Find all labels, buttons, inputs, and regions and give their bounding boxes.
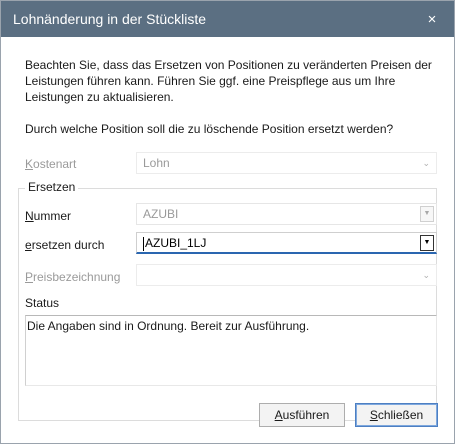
execute-button[interactable]: Ausführen — [259, 403, 345, 427]
status-label: Status — [25, 296, 60, 310]
preisbezeichnung-label-key: P — [25, 270, 34, 284]
preisbezeichnung-label-rest: reisbezeichnung — [33, 270, 121, 284]
execute-key: A — [274, 408, 283, 422]
close-button[interactable]: Schließen — [355, 403, 438, 427]
execute-rest: usführen — [282, 408, 330, 422]
kostenart-label-key: K — [25, 157, 34, 171]
ersetzen-legend: Ersetzen — [25, 180, 79, 194]
preisbezeichnung-label: Preisbezeichnung — [25, 270, 120, 284]
ersetzen-label-key: e — [25, 238, 32, 252]
kostenart-select[interactable]: Lohn ⌄ — [136, 152, 437, 174]
kostenart-value: Lohn — [143, 156, 170, 170]
dialog-window: Lohnänderung in der Stückliste × Beachte… — [0, 0, 455, 444]
status-text: Die Angaben sind in Ordnung. Bereit zur … — [27, 319, 310, 333]
text-caret — [143, 236, 144, 251]
chevron-down-icon[interactable]: ▼ — [420, 206, 434, 222]
close-icon[interactable]: × — [410, 1, 454, 37]
close-key: S — [369, 408, 378, 422]
question-text: Durch welche Position soll die zu lösche… — [25, 122, 394, 136]
ersetzen-label-rest: rsetzen durch — [31, 238, 105, 252]
nummer-label-rest: ummer — [33, 209, 72, 223]
intro-text: Beachten Sie, dass das Ersetzen von Posi… — [25, 58, 432, 104]
title-bar[interactable]: Lohnänderung in der Stückliste × — [1, 1, 454, 37]
chevron-down-icon: ⌄ — [422, 270, 430, 280]
nummer-select[interactable]: AZUBI ▼ — [136, 203, 437, 225]
kostenart-label: Kostenart — [25, 157, 76, 171]
window-title: Lohnänderung in der Stückliste — [13, 11, 207, 27]
nummer-value: AZUBI — [143, 207, 179, 221]
chevron-down-icon: ⌄ — [422, 158, 430, 168]
kostenart-label-rest: ostenart — [33, 157, 77, 171]
close-rest: chließen — [377, 408, 424, 422]
nummer-label: Nummer — [25, 209, 71, 223]
chevron-down-icon[interactable]: ▼ — [420, 235, 434, 251]
preisbezeichnung-select[interactable]: ⌄ — [136, 264, 437, 286]
dialog-content: Beachten Sie, dass das Ersetzen von Posi… — [1, 37, 454, 443]
ersetzen-label: ersetzen durch — [25, 238, 104, 252]
status-textbox[interactable]: Die Angaben sind in Ordnung. Bereit zur … — [25, 315, 437, 386]
nummer-label-key: N — [25, 209, 34, 223]
ersetzen-durch-select[interactable]: AZUBI_1LJ ▼ — [136, 232, 437, 254]
ersetzen-value: AZUBI_1LJ — [145, 236, 207, 250]
